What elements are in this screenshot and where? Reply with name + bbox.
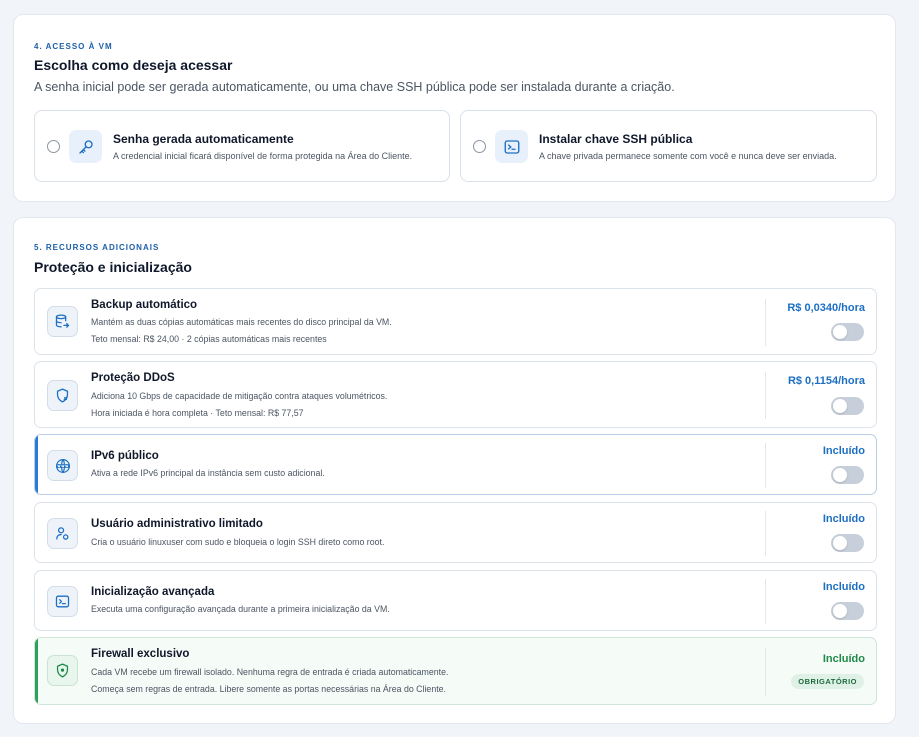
key-icon [69, 130, 102, 163]
divider [765, 372, 766, 419]
resource-dedicated-firewall: Firewall exclusivo Cada VM recebe um fir… [34, 637, 877, 705]
divider [765, 299, 766, 346]
toggle-ddos[interactable] [831, 397, 864, 415]
resources-section: 5. RECURSOS ADICIONAIS Proteção e inicia… [13, 217, 896, 724]
resource-advanced-boot[interactable]: Inicialização avançada Executa uma confi… [34, 570, 877, 631]
resource-description: Executa uma configuração avançada durant… [91, 604, 390, 614]
resource-title: Firewall exclusivo [91, 648, 190, 660]
resource-price: Incluído [822, 653, 865, 665]
resource-ipv6[interactable]: IPv6 público Ativa a rede IPv6 principal… [34, 434, 877, 495]
toggle-limited-admin-user[interactable] [831, 534, 864, 552]
resource-limited-admin-user[interactable]: Usuário administrativo limitado Cria o u… [34, 502, 877, 563]
resource-ddos[interactable]: Proteção DDoS Adiciona 10 Gbps de capaci… [34, 361, 877, 428]
resource-title: Usuário administrativo limitado [91, 518, 263, 530]
option-description: A chave privada permanece somente com vo… [539, 151, 837, 161]
resources-title: Proteção e inicialização [34, 259, 192, 275]
resource-description: Cria o usuário linuxuser com sudo e bloq… [91, 537, 385, 547]
globe-www-icon [47, 450, 78, 481]
toggle-advanced-boot[interactable] [831, 602, 864, 620]
resource-detail: Hora iniciada é hora completa · Teto men… [91, 408, 304, 418]
resource-detail: Começa sem regras de entrada. Libere som… [91, 684, 446, 694]
option-title: Senha gerada automaticamente [113, 132, 294, 146]
option-ssh-key[interactable]: Instalar chave SSH pública A chave priva… [460, 110, 877, 182]
option-generated-password[interactable]: Senha gerada automaticamente A credencia… [34, 110, 450, 182]
divider [765, 443, 766, 488]
access-description: A senha inicial pode ser gerada automati… [34, 80, 675, 94]
radio-generated-password[interactable] [47, 140, 60, 153]
resource-price: R$ 0,1154/hora [787, 375, 865, 387]
toggle-backup[interactable] [831, 323, 864, 341]
user-lock-icon [47, 518, 78, 549]
terminal-icon [47, 586, 78, 617]
resource-description: Ativa a rede IPv6 principal da instância… [91, 468, 325, 478]
divider [765, 579, 766, 624]
terminal-icon [495, 130, 528, 163]
shield-refresh-icon [47, 380, 78, 411]
resource-description: Mantém as duas cópias automáticas mais r… [91, 317, 392, 327]
resource-price: R$ 0,0340/hora [787, 302, 865, 314]
resource-price: Incluído [822, 581, 865, 593]
shield-check-icon [47, 655, 78, 686]
resource-detail: Teto mensal: R$ 24,00 · 2 cópias automát… [91, 334, 327, 344]
divider [765, 511, 766, 556]
resource-backup[interactable]: Backup automático Mantém as duas cópias … [34, 288, 877, 355]
resources-eyebrow: 5. RECURSOS ADICIONAIS [34, 243, 160, 252]
option-description: A credencial inicial ficará disponível d… [113, 151, 413, 161]
mandatory-badge: OBRIGATÓRIO [791, 674, 864, 689]
divider [765, 648, 766, 696]
toggle-ipv6[interactable] [831, 466, 864, 484]
access-section: 4. ACESSO À VM Escolha como deseja acess… [13, 14, 896, 202]
resource-title: Backup automático [91, 299, 198, 311]
database-backup-icon [47, 306, 78, 337]
resource-title: Proteção DDoS [91, 372, 175, 384]
resource-title: IPv6 público [91, 450, 159, 462]
resource-description: Cada VM recebe um firewall isolado. Nenh… [91, 667, 449, 677]
option-title: Instalar chave SSH pública [539, 132, 693, 146]
resource-title: Inicialização avançada [91, 586, 215, 598]
resource-price: Incluído [822, 445, 865, 457]
resource-price: Incluído [822, 513, 865, 525]
access-eyebrow: 4. ACESSO À VM [34, 42, 113, 51]
resource-description: Adiciona 10 Gbps de capacidade de mitiga… [91, 391, 388, 401]
radio-ssh-key[interactable] [473, 140, 486, 153]
access-title: Escolha como deseja acessar [34, 57, 233, 73]
